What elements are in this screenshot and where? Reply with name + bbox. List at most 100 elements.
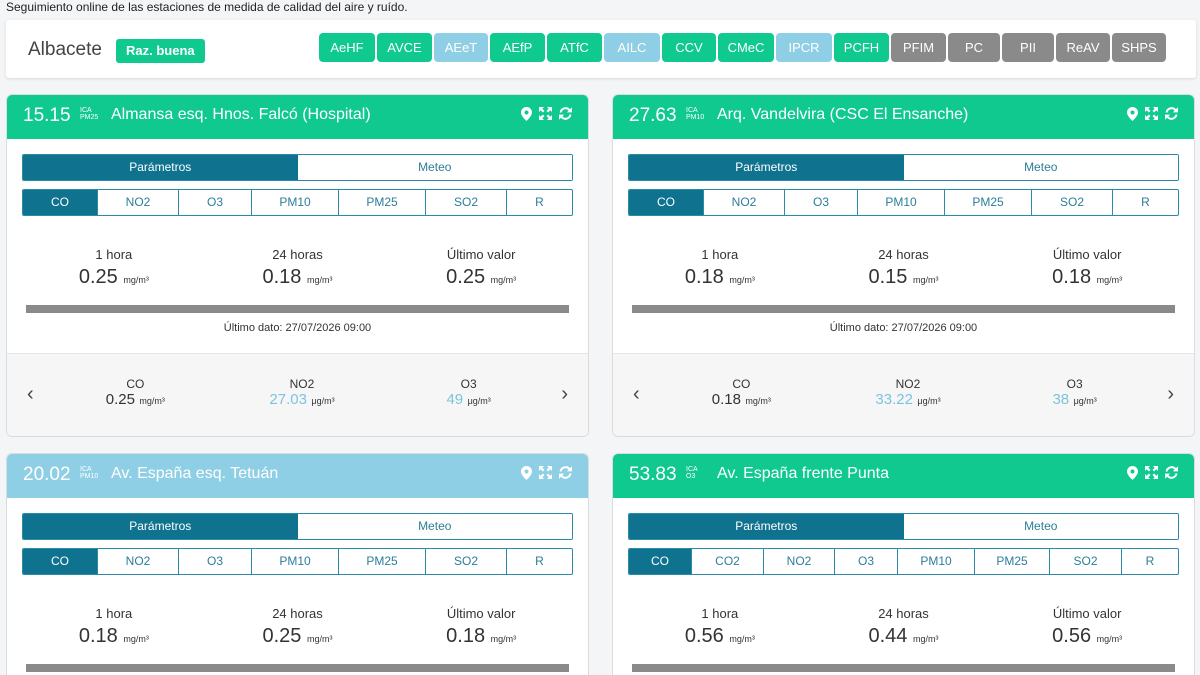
station-button-ailc[interactable]: AILC (604, 33, 660, 62)
tab-meteo[interactable]: Meteo (297, 155, 572, 180)
ica-pollutant: O3 (686, 473, 696, 480)
chevron-right-icon[interactable]: › (561, 384, 568, 404)
param-tab-r[interactable]: R (507, 549, 572, 574)
map-marker-icon[interactable] (521, 466, 532, 485)
param-tab-o3[interactable]: O3 (835, 549, 898, 574)
ica-pollutant: PM10 (80, 473, 99, 480)
param-tab-r[interactable]: R (507, 190, 572, 215)
param-tab-no2[interactable]: NO2 (764, 549, 835, 574)
tab-parametros[interactable]: Parámetros (629, 514, 904, 539)
stat-value: 0.25 (262, 625, 302, 647)
map-marker-icon[interactable] (1127, 466, 1138, 485)
tab-meteo[interactable]: Meteo (297, 514, 572, 539)
tab-parametros[interactable]: Parámetros (629, 155, 904, 180)
param-tab-r[interactable]: R (1122, 549, 1178, 574)
param-tab-no2[interactable]: NO2 (98, 549, 179, 574)
param-tab-o3[interactable]: O3 (179, 549, 252, 574)
summary-label: NO2 (895, 377, 921, 391)
expand-icon[interactable] (1145, 466, 1158, 485)
summary-unit: μg/m³ (311, 396, 335, 406)
param-tab-r[interactable]: R (1113, 190, 1178, 215)
param-tab-o3[interactable]: O3 (179, 190, 252, 215)
param-tab-so2[interactable]: SO2 (426, 190, 507, 215)
param-tab-pm10[interactable]: PM10 (898, 549, 975, 574)
station-button-reav[interactable]: ReAV (1056, 33, 1110, 62)
param-tab-co[interactable]: CO (23, 549, 98, 574)
tab-parametros[interactable]: Parámetros (23, 155, 298, 180)
param-tab-pm25[interactable]: PM25 (339, 549, 426, 574)
card-actions (521, 107, 572, 126)
param-tab-no2[interactable]: NO2 (704, 190, 785, 215)
stat-unit: mg/m³ (306, 634, 333, 644)
param-tab-pm10[interactable]: PM10 (858, 190, 945, 215)
station-button-pii[interactable]: PII (1002, 33, 1054, 62)
level-bar (632, 664, 1175, 672)
station-name: Almansa esq. Hnos. Falcó (Hospital) (111, 106, 371, 123)
view-tabs: Parámetros Meteo (22, 513, 573, 540)
chevron-right-icon[interactable]: › (1167, 384, 1174, 404)
expand-icon[interactable] (539, 466, 552, 485)
expand-icon[interactable] (1145, 107, 1158, 126)
chevron-left-icon[interactable]: ‹ (633, 384, 640, 404)
station-button-aefp[interactable]: AEfP (490, 33, 545, 62)
param-tab-pm25[interactable]: PM25 (945, 190, 1032, 215)
param-tab-so2[interactable]: SO2 (426, 549, 507, 574)
station-button-cmec[interactable]: CMeC (718, 33, 774, 62)
param-tab-no2[interactable]: NO2 (98, 190, 179, 215)
ica-label: ICA O3 (686, 466, 698, 480)
summary-value: 0.25 (105, 391, 135, 408)
expand-icon[interactable] (539, 107, 552, 126)
param-tab-pm10[interactable]: PM10 (252, 190, 339, 215)
param-tab-so2[interactable]: SO2 (1032, 190, 1113, 215)
station-button-aehf[interactable]: AeHF (319, 33, 375, 62)
refresh-icon[interactable] (1165, 107, 1178, 126)
param-tab-pm10[interactable]: PM10 (252, 549, 339, 574)
refresh-icon[interactable] (559, 466, 572, 485)
level-bar (26, 664, 569, 672)
refresh-icon[interactable] (1165, 466, 1178, 485)
param-tab-o3[interactable]: O3 (785, 190, 858, 215)
param-tab-co[interactable]: CO (629, 549, 692, 574)
station-card: 15.15 ICA PM25 Almansa esq. Hnos. Falcó … (6, 94, 589, 437)
refresh-icon[interactable] (559, 107, 572, 126)
station-button-atfc[interactable]: ATfC (547, 33, 602, 62)
summary-item: CO 0.18 mg/m³ (671, 377, 811, 409)
param-tab-pm25[interactable]: PM25 (339, 190, 426, 215)
summary-unit: mg/m³ (745, 396, 771, 406)
param-tab-co2[interactable]: CO2 (692, 549, 764, 574)
ica-label-text: ICA (80, 107, 92, 114)
param-tab-co[interactable]: CO (23, 190, 98, 215)
stat-block: 1 hora 0.56 mg/m³ (645, 606, 795, 648)
map-marker-icon[interactable] (1127, 107, 1138, 126)
station-button-avce[interactable]: AVCE (377, 33, 432, 62)
summary-item: NO2 27.03 μg/m³ (232, 377, 372, 409)
city-header: Albacete Raz. buena AeHF AVCE AEeT AEfP ATfC… (6, 20, 1196, 78)
tab-parametros[interactable]: Parámetros (23, 514, 298, 539)
chevron-left-icon[interactable]: ‹ (27, 384, 34, 404)
param-tab-so2[interactable]: SO2 (1050, 549, 1122, 574)
ica-label: ICA PM10 (80, 466, 98, 480)
tab-meteo[interactable]: Meteo (903, 155, 1178, 180)
param-tab-pm25[interactable]: PM25 (975, 549, 1050, 574)
summary-unit: mg/m³ (139, 396, 165, 406)
level-bar (26, 305, 569, 313)
station-button-pc[interactable]: PC (948, 33, 1000, 62)
map-marker-icon[interactable] (521, 107, 532, 126)
station-button-ccv[interactable]: CCV (662, 33, 716, 62)
station-button-aeet[interactable]: AEeT (434, 33, 488, 62)
station-button-shps[interactable]: SHPS (1112, 33, 1166, 62)
ica-label-text: ICA (686, 466, 698, 473)
ica-value: 27.63 (629, 105, 677, 126)
station-button-pfim[interactable]: PFIM (891, 33, 946, 62)
city-quality-badge: Raz. buena (116, 39, 205, 63)
ica-label-text: ICA (686, 107, 698, 114)
station-button-pcfh[interactable]: PCFH (834, 33, 889, 62)
stat-label: 1 hora (95, 247, 133, 262)
ica-value: 15.15 (23, 105, 71, 126)
summary-label: O3 (460, 377, 477, 391)
summary-carousel: ‹ CO 0.18 mg/m³ NO2 33.22 μg/m³ O3 38 μg… (613, 353, 1194, 436)
param-tab-co[interactable]: CO (629, 190, 704, 215)
tab-meteo[interactable]: Meteo (903, 514, 1178, 539)
station-button-ipcr[interactable]: IPCR (776, 33, 832, 62)
summary-unit: μg/m³ (917, 396, 941, 406)
